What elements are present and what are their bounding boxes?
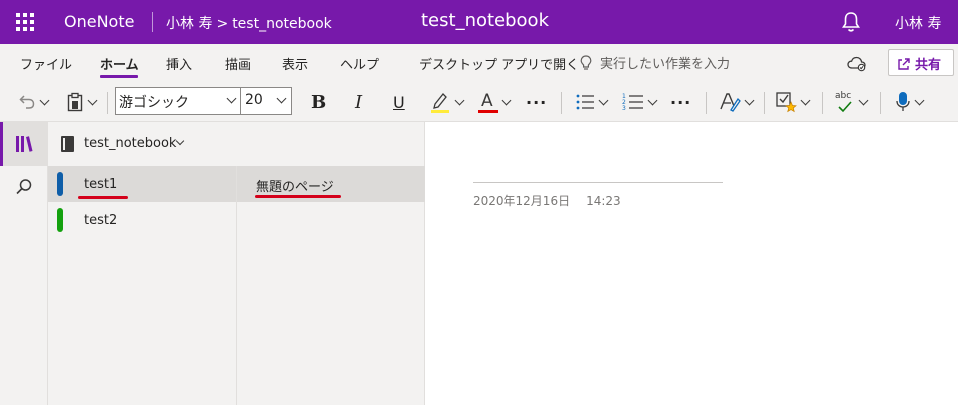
title-divider: [152, 12, 153, 32]
section-color-tab: [57, 172, 63, 196]
highlight-button[interactable]: [429, 90, 465, 114]
section-label: test1: [84, 177, 118, 192]
page-time: 14:23: [586, 194, 621, 208]
bullets-button[interactable]: [575, 90, 609, 114]
sync-status-icon[interactable]: [846, 54, 868, 76]
red-annotation-underline: [78, 196, 128, 199]
styles-icon: [720, 93, 741, 112]
tab-insert[interactable]: 挿入: [166, 54, 192, 73]
page-canvas[interactable]: 2020年12月16日 14:23: [425, 122, 958, 405]
search-icon: [16, 179, 32, 195]
notification-bell-icon[interactable]: [842, 11, 860, 33]
italic-button[interactable]: I: [355, 90, 362, 114]
left-rail: [0, 122, 48, 405]
ribbon-tabs: ファイル ホーム 挿入 描画 表示 ヘルプ デスクトップ アプリで開く 実行した…: [0, 44, 958, 82]
breadcrumb-separator: >: [216, 16, 229, 32]
app-launcher-icon[interactable]: [16, 13, 34, 31]
notebook-switcher[interactable]: test_notebook: [48, 122, 425, 166]
highlighter-icon: [431, 93, 449, 113]
numbering-icon: 123: [622, 93, 643, 112]
spelling-icon: abc: [835, 90, 855, 114]
toolbar-separator: [561, 92, 562, 114]
lightbulb-icon: [580, 55, 592, 70]
search-button[interactable]: [15, 178, 33, 200]
toolbar-separator: [822, 92, 823, 114]
bullets-icon: [576, 94, 594, 110]
svg-text:3: 3: [622, 105, 626, 112]
page-label: 無題のページ: [256, 180, 334, 195]
numbering-button[interactable]: 123: [622, 90, 658, 114]
breadcrumb-user[interactable]: 小林 寿: [166, 16, 212, 32]
notebook-icon: [61, 136, 74, 152]
paste-button[interactable]: [66, 90, 98, 114]
underline-label: U: [393, 92, 405, 112]
user-account[interactable]: 小林 寿: [895, 13, 941, 33]
chevron-down-icon: [276, 93, 287, 104]
italic-label: I: [355, 91, 363, 113]
bold-button[interactable]: B: [311, 90, 326, 114]
app-name[interactable]: OneNote: [64, 12, 134, 31]
page-title-line[interactable]: [473, 182, 723, 183]
tab-view[interactable]: 表示: [282, 54, 308, 73]
bold-label: B: [311, 91, 327, 113]
tab-file[interactable]: ファイル: [20, 54, 72, 73]
notebook-name: test_notebook: [84, 136, 177, 151]
title-bar: OneNote 小林 寿 > test_notebook test_notebook…: [0, 0, 958, 44]
toolbar-separator: [880, 92, 881, 114]
navigation-pane: test_notebook test1 test2 無題のページ: [48, 122, 425, 405]
styles-button[interactable]: [719, 90, 755, 114]
document-title: test_notebook: [421, 10, 549, 31]
toolbar-separator: [764, 92, 765, 114]
font-color-button[interactable]: A: [478, 90, 512, 114]
font-color-glyph: A: [481, 91, 493, 111]
tags-button[interactable]: [775, 90, 811, 114]
more-font-options-button[interactable]: ···: [526, 90, 547, 114]
toolbar-separator: [706, 92, 707, 114]
tags-icon: [776, 92, 797, 113]
section-label: test2: [84, 213, 118, 228]
breadcrumb-notebook[interactable]: test_notebook: [232, 16, 332, 32]
tell-me-placeholder: 実行したい作業を入力: [600, 57, 731, 72]
breadcrumb: 小林 寿 > test_notebook: [166, 13, 332, 33]
undo-button[interactable]: [18, 90, 50, 114]
font-size-select[interactable]: 20: [241, 87, 292, 115]
more-paragraph-options-button[interactable]: ···: [670, 90, 691, 114]
section-item-test1[interactable]: test1: [48, 166, 236, 202]
library-icon: [16, 136, 33, 152]
underline-button[interactable]: U: [393, 90, 405, 114]
section-color-tab: [57, 208, 63, 232]
notebooks-button[interactable]: [0, 122, 48, 166]
toolbar-separator: [107, 92, 108, 114]
tab-home[interactable]: ホーム: [100, 54, 139, 73]
share-label: 共有: [915, 58, 942, 73]
share-icon: [898, 58, 910, 70]
spelling-label: abc: [835, 91, 852, 101]
tab-help[interactable]: ヘルプ: [340, 54, 379, 73]
chevron-down-icon: [226, 93, 237, 104]
font-name-select[interactable]: 游ゴシック: [115, 87, 241, 115]
font-color-swatch: [478, 110, 498, 113]
undo-icon: [19, 95, 35, 109]
tab-draw[interactable]: 描画: [225, 54, 251, 73]
section-item-test2[interactable]: test2: [48, 202, 236, 238]
dictate-button[interactable]: [895, 90, 925, 114]
page-timestamp: 2020年12月16日 14:23: [473, 192, 621, 209]
spelling-button[interactable]: abc: [835, 90, 869, 114]
open-desktop-app-button[interactable]: デスクトップ アプリで開く: [419, 54, 579, 73]
tell-me-search[interactable]: 実行したい作業を入力: [580, 53, 730, 72]
red-annotation-underline: [255, 195, 341, 198]
page-date: 2020年12月16日: [473, 194, 571, 208]
dictate-icon: [896, 92, 910, 111]
chevron-down-icon: [175, 136, 185, 146]
clipboard-icon: [67, 92, 83, 112]
font-size-value: 20: [245, 92, 263, 108]
font-name-value: 游ゴシック: [119, 95, 189, 111]
active-tab-indicator: [100, 75, 138, 78]
share-button[interactable]: 共有: [888, 49, 954, 76]
